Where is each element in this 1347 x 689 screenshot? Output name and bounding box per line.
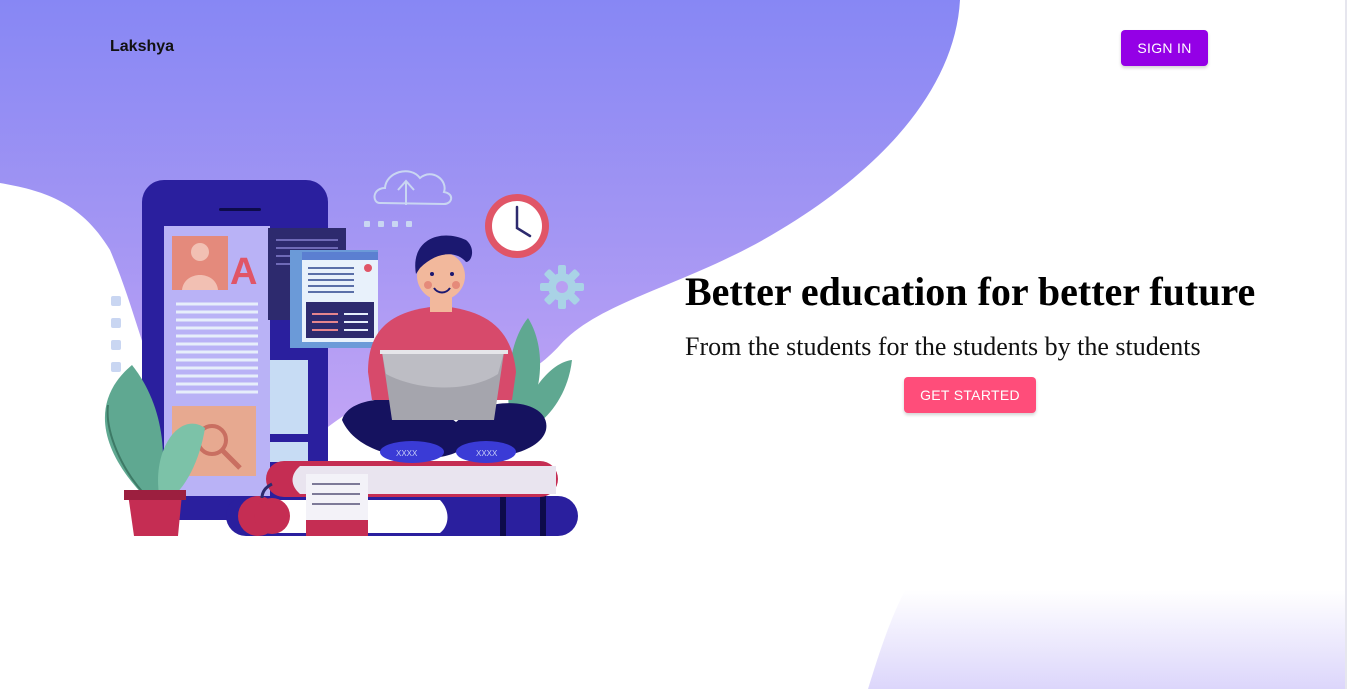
svg-text:A: A: [230, 251, 257, 293]
brand-logo-text[interactable]: Lakshya: [110, 38, 174, 56]
notes-cards: [306, 474, 368, 536]
get-started-button[interactable]: GET STARTED: [904, 377, 1036, 413]
side-squares-decoration: [111, 296, 121, 372]
hero-subtitle: From the students for the students by th…: [685, 332, 1201, 361]
dots-decoration: [364, 221, 412, 227]
bottom-right-blob: [868, 590, 1347, 689]
gear-icon: [540, 265, 584, 309]
hero-title: Better education for better future: [685, 269, 1256, 314]
svg-text:XXXX: XXXX: [396, 449, 418, 458]
cloud-upload-icon: [373, 170, 453, 206]
student-laptop-illustration: A XXXX XXXX: [104, 170, 584, 536]
clock-icon: [485, 194, 549, 258]
sign-in-button[interactable]: SIGN IN: [1121, 30, 1208, 66]
shoe-text: XXXX: [476, 449, 498, 458]
